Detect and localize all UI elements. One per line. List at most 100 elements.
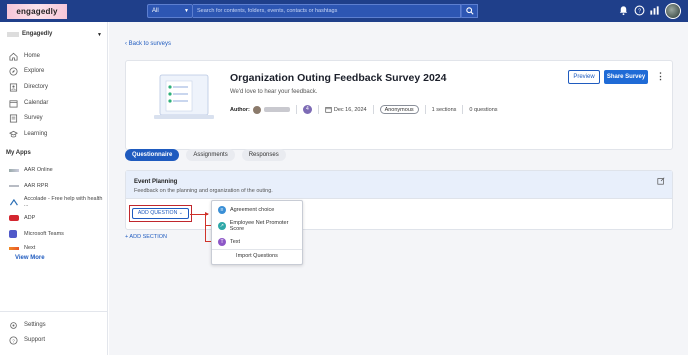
menu-item-label: Agreement choice <box>230 207 275 213</box>
author-avatar <box>252 105 261 114</box>
view-more-link[interactable]: View More <box>15 255 45 261</box>
compass-icon <box>9 66 18 76</box>
learning-icon <box>9 130 18 137</box>
main-content: ‹ Back to surveys Organization Outing Fe… <box>109 22 688 355</box>
sidebar-item-directory[interactable]: Directory <box>9 82 48 92</box>
sidebar-divider <box>0 311 108 312</box>
section-card: Event Planning Feedback on the planning … <box>125 170 673 230</box>
sidebar-item-label: Calendar <box>24 100 49 106</box>
meta-divider <box>424 105 426 114</box>
menu-item-agreement-choice[interactable]: ≡ Agreement choice <box>218 205 274 215</box>
add-question-highlight: ADD QUESTION ⌄ <box>129 205 192 222</box>
sections-count: 1 sections <box>431 106 457 113</box>
gear-icon <box>10 321 17 329</box>
app-item-aar-rpr[interactable]: AAR RPR <box>9 181 48 191</box>
global-search-input[interactable]: Search for contents, folders, events, co… <box>193 4 461 18</box>
app-item-adp[interactable]: ADP <box>9 213 35 223</box>
chevron-down-icon: ⌄ <box>178 210 184 216</box>
survey-tabs: Questionnaire Assignments Responses <box>125 149 293 161</box>
sidebar-item-home[interactable]: Home <box>9 51 40 61</box>
calendar-icon <box>325 107 332 113</box>
home-icon <box>9 52 18 61</box>
org-switcher[interactable]: Engagedly <box>7 31 52 37</box>
org-logo <box>7 31 19 37</box>
user-avatar[interactable] <box>665 3 681 19</box>
sidebar-item-settings[interactable]: Settings <box>9 320 46 330</box>
more-options-icon[interactable]: ⋮ <box>656 71 665 82</box>
microsoft-teams-logo <box>9 230 17 238</box>
sidebar-item-label: Explore <box>24 68 45 74</box>
app-item-label: ADP <box>24 215 36 221</box>
app-item-next[interactable]: Next <box>9 243 35 253</box>
questions-count: 0 questions <box>469 106 498 113</box>
analytics-icon[interactable] <box>649 5 660 16</box>
tab-assignments[interactable]: Assignments <box>186 149 235 161</box>
search-scope-select[interactable]: All ▼ <box>147 4 193 18</box>
import-questions-item[interactable]: Import Questions <box>212 253 302 259</box>
sidebar-item-explore[interactable]: Explore <box>9 66 44 76</box>
author-name-redacted <box>263 107 290 112</box>
sidebar-item-label: Support <box>24 337 46 343</box>
agreement-choice-icon: ≡ <box>218 206 226 214</box>
help-icon: ? <box>9 335 18 345</box>
edit-icon[interactable] <box>657 177 665 185</box>
org-name: Engagedly <box>22 31 53 37</box>
survey-date: Dec 16, 2024 <box>333 106 367 113</box>
app-item-accolade[interactable]: Accolade - Free help with health ... <box>9 196 107 208</box>
app-item-label: AAR Online <box>24 167 53 173</box>
next-logo <box>9 246 19 250</box>
back-link-label: Back to surveys <box>128 41 172 47</box>
app-item-microsoft-teams[interactable]: Microsoft Teams <box>9 229 64 239</box>
sidebar-item-support[interactable]: ? Support <box>9 335 45 345</box>
add-section-link[interactable]: + ADD SECTION <box>125 234 167 240</box>
sidebar-item-calendar[interactable]: Calendar <box>9 98 48 108</box>
survey-description: We'd love to hear your feedback. <box>230 89 318 95</box>
question-type-menu: ≡ Agreement choice ↗ Employee Net Promot… <box>211 200 303 265</box>
author-label: Author: <box>230 106 250 113</box>
sidebar-item-label: Settings <box>24 322 46 328</box>
sidebar-item-survey[interactable]: Survey <box>9 113 43 123</box>
text-type-icon: T <box>218 238 226 246</box>
menu-item-text[interactable]: T Text <box>218 237 240 247</box>
share-survey-button[interactable]: Share Survey <box>604 70 648 84</box>
anonymity-badge: Anonymous <box>379 105 419 114</box>
author-count-badge[interactable]: 4 <box>302 105 312 114</box>
aar-online-logo <box>9 168 19 172</box>
sidebar-item-label: Directory <box>24 84 49 90</box>
sidebar-item-label: Learning <box>24 131 48 137</box>
search-icon <box>466 7 474 15</box>
sidebar-item-label: Home <box>24 53 41 59</box>
menu-item-label: Text <box>230 239 241 245</box>
preview-button[interactable]: Preview <box>568 70 600 84</box>
bell-icon[interactable] <box>618 5 629 16</box>
section-subtitle: Feedback on the planning and organizatio… <box>134 188 273 194</box>
chevron-down-icon: ▼ <box>184 8 189 14</box>
survey-meta: Author: 4 Dec 16, 2024 Anonymous 1 secti… <box>230 104 498 115</box>
tab-responses[interactable]: Responses <box>241 149 286 161</box>
nps-icon: ↗ <box>218 222 226 230</box>
svg-text:?: ? <box>638 9 641 15</box>
search-button[interactable] <box>461 4 478 18</box>
add-question-button[interactable]: ADD QUESTION ⌄ <box>132 208 189 219</box>
chevron-down-icon[interactable]: ▼ <box>97 32 102 38</box>
calendar-icon <box>9 99 18 108</box>
survey-illustration <box>154 74 214 119</box>
logo-text: engagedly <box>16 7 58 16</box>
survey-icon <box>9 113 18 123</box>
help-icon[interactable]: ? <box>634 5 645 16</box>
sidebar: Engagedly ▼ Home Explore Directory Calen… <box>0 22 108 355</box>
app-item-label: Accolade - Free help with health ... <box>23 196 103 208</box>
accolade-logo <box>9 198 18 205</box>
tab-questionnaire[interactable]: Questionnaire <box>125 149 180 161</box>
section-header: Event Planning Feedback on the planning … <box>126 171 672 199</box>
back-to-surveys-link[interactable]: ‹ Back to surveys <box>125 41 171 47</box>
meta-divider <box>462 105 464 114</box>
app-item-label: Next <box>24 245 36 251</box>
meta-divider <box>372 105 374 114</box>
menu-item-enps[interactable]: ↗ Employee Net Promoter Score <box>218 220 302 232</box>
sidebar-item-learning[interactable]: Learning <box>9 129 47 139</box>
app-item-label: Microsoft Teams <box>24 231 64 237</box>
engagedly-logo[interactable]: engagedly <box>7 4 67 19</box>
app-item-aar-online[interactable]: AAR Online <box>9 165 53 175</box>
my-apps-heading: My Apps <box>6 150 31 156</box>
